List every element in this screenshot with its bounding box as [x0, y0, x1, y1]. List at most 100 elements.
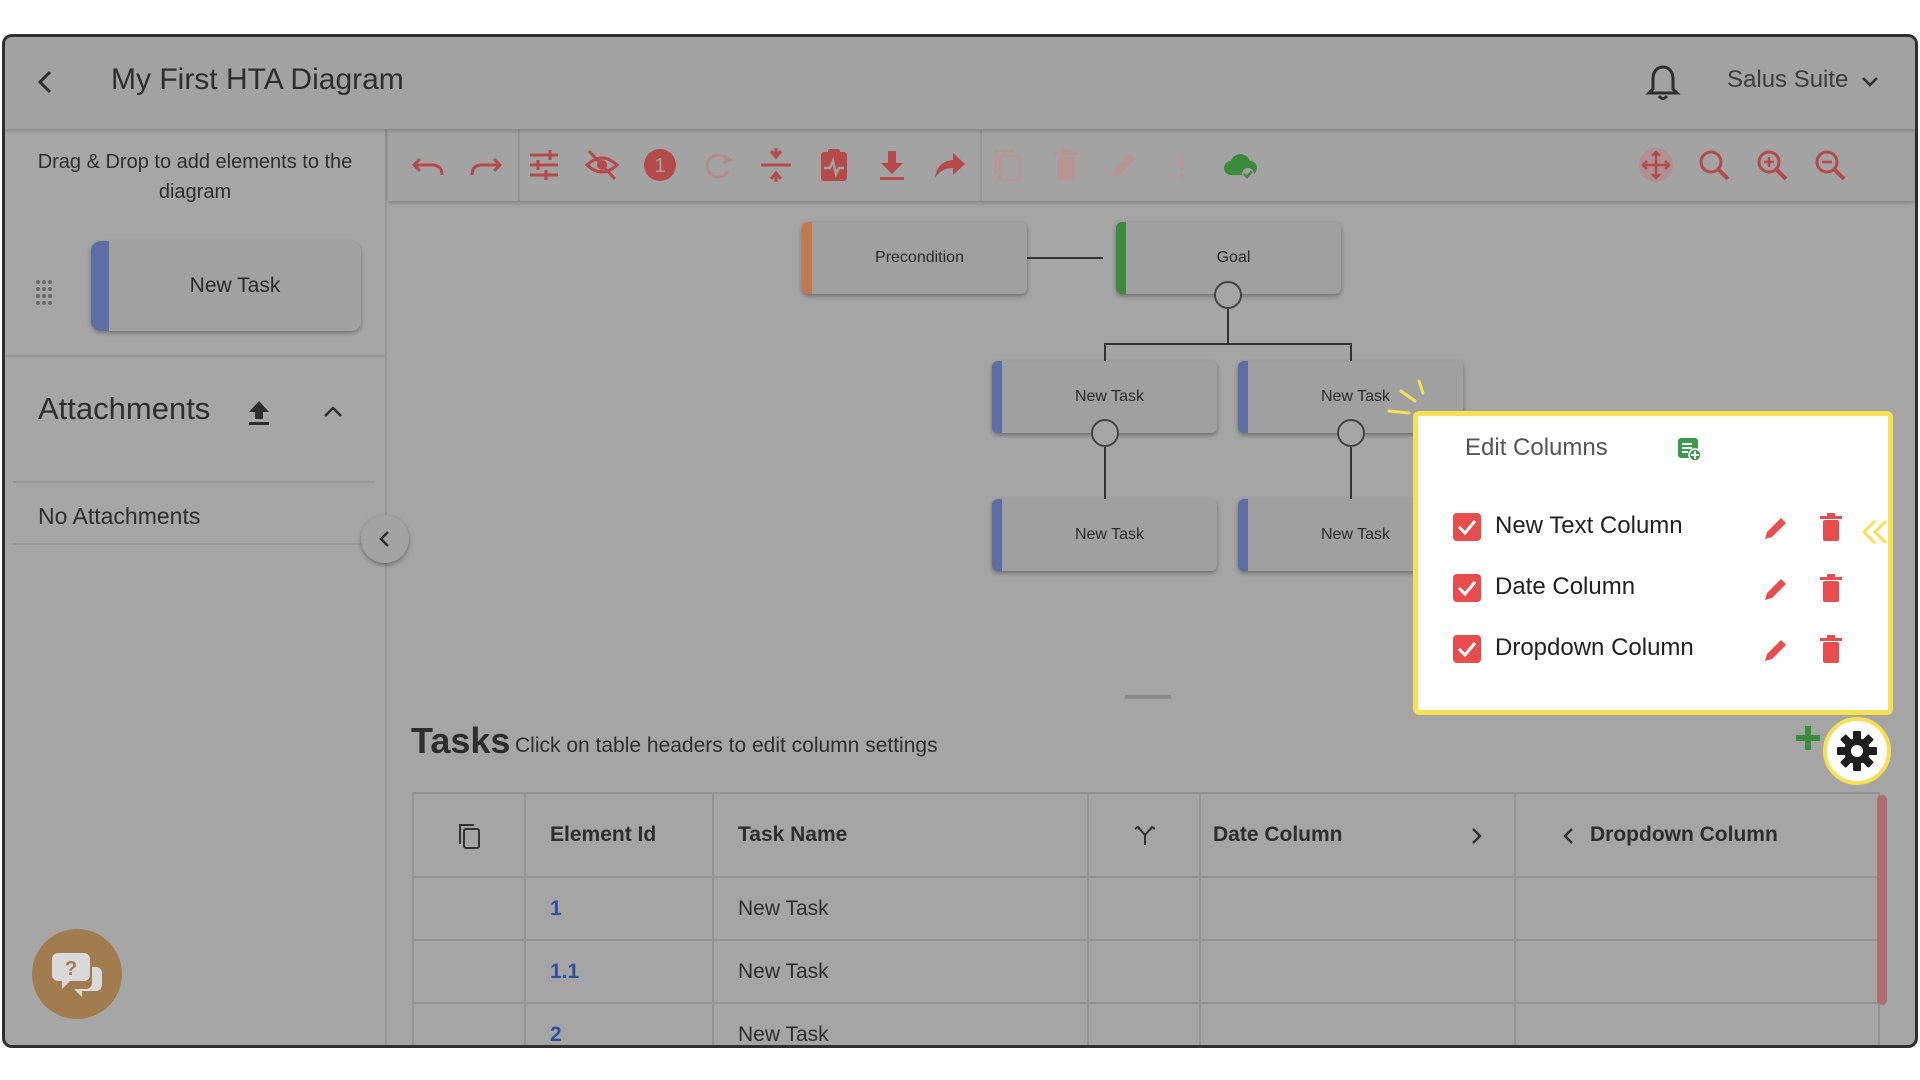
help-button[interactable]: ? [32, 929, 122, 1019]
column-checkbox[interactable] [1453, 574, 1481, 602]
toolbar-divider [980, 129, 982, 201]
element-sidebar: Drag & Drop to add elements to the diagr… [5, 129, 387, 1045]
drag-handle-icon[interactable] [35, 279, 53, 305]
connector [1350, 343, 1352, 363]
divider [5, 355, 385, 357]
tasks-title: Tasks [411, 720, 511, 761]
bell-icon[interactable] [1645, 63, 1681, 103]
add-icon[interactable] [1793, 723, 1823, 753]
exclamation-icon[interactable] [1164, 147, 1200, 183]
collapse-sidebar-button[interactable] [361, 515, 409, 563]
no-attachments-text: No Attachments [38, 503, 201, 529]
column-checkbox[interactable] [1453, 513, 1481, 541]
chevron-down-icon[interactable] [1859, 71, 1881, 93]
suite-selector-label[interactable]: Salus Suite [1727, 66, 1848, 94]
vertical-scrollbar[interactable] [1877, 795, 1887, 1005]
delete-icon[interactable] [1048, 147, 1084, 183]
download-icon[interactable] [874, 147, 910, 183]
zoom-in-icon[interactable] [1754, 147, 1790, 183]
copy-icon[interactable] [990, 147, 1026, 183]
precondition-node[interactable]: Precondition [802, 222, 1027, 294]
table-header-merge[interactable] [1089, 794, 1201, 878]
table-cell [414, 878, 526, 941]
connector [1104, 343, 1352, 345]
task-name-text: New Task [738, 960, 829, 983]
table-cell[interactable] [1201, 878, 1516, 941]
edit-icon[interactable] [1761, 513, 1791, 543]
edit-icon[interactable] [1106, 147, 1142, 183]
table-cell-id[interactable]: 1 [526, 878, 714, 941]
element-id-link[interactable]: 1.1 [550, 941, 579, 1003]
divider [13, 481, 375, 483]
svg-text:1: 1 [654, 155, 665, 177]
cloud-check-icon[interactable] [1222, 147, 1258, 183]
table-cell[interactable] [1089, 1004, 1201, 1045]
connector [1350, 447, 1352, 499]
edit-icon[interactable] [1761, 635, 1791, 665]
table-cell-id[interactable]: 2 [526, 1004, 714, 1045]
table-header-dropdown-column[interactable]: Dropdown Column [1516, 794, 1878, 878]
element-id-link[interactable]: 2 [550, 1004, 562, 1045]
add-column-icon[interactable] [1676, 436, 1702, 462]
diagram-toolbar: 1 [388, 129, 1914, 201]
column-item: Dropdown Column [1453, 629, 1883, 669]
delete-icon[interactable] [1817, 572, 1845, 604]
double-chevron-left-icon [1861, 519, 1888, 545]
chevron-right-icon[interactable] [1467, 826, 1485, 846]
table-cell[interactable] [1516, 941, 1878, 1004]
table-header-element-id[interactable]: Element Id [526, 794, 714, 878]
table-header-copy[interactable] [414, 794, 526, 878]
chevron-up-icon[interactable] [321, 401, 345, 421]
share-icon[interactable] [932, 147, 968, 183]
split-icon[interactable] [758, 147, 794, 183]
attachments-title: Attachments [38, 391, 211, 426]
back-icon[interactable] [31, 67, 61, 97]
alert-badge-icon[interactable]: 1 [642, 147, 678, 183]
popup-title: Edit Columns [1465, 434, 1608, 461]
redo-icon[interactable] [468, 147, 504, 183]
collapse-toggle[interactable] [1337, 419, 1365, 447]
search-icon[interactable] [1696, 147, 1732, 183]
element-id-link[interactable]: 1 [550, 878, 562, 940]
chevron-left-icon[interactable] [1560, 826, 1578, 846]
table-cell[interactable] [1516, 878, 1878, 941]
divider [13, 543, 375, 545]
column-label: Date Column [1213, 823, 1343, 846]
edit-icon[interactable] [1761, 574, 1791, 604]
table-cell[interactable] [1201, 941, 1516, 1004]
delete-icon[interactable] [1817, 633, 1845, 665]
connector [1104, 343, 1106, 363]
upload-icon[interactable] [245, 397, 273, 427]
clipboard-pulse-icon[interactable] [816, 147, 852, 183]
column-checkbox[interactable] [1453, 635, 1481, 663]
gear-icon [1837, 731, 1877, 771]
collapse-toggle[interactable] [1091, 419, 1119, 447]
resize-handle[interactable] [1125, 695, 1171, 699]
table-header-date-column[interactable]: Date Column [1201, 794, 1516, 878]
connector [1104, 447, 1106, 499]
connector [1227, 309, 1229, 343]
table-cell-name[interactable]: New Task [714, 941, 1089, 1004]
table-cell[interactable] [1089, 941, 1201, 1004]
tune-icon[interactable] [526, 147, 562, 183]
palette-new-task[interactable]: New Task [91, 241, 361, 331]
delete-icon[interactable] [1817, 511, 1845, 543]
table-cell-name[interactable]: New Task [714, 878, 1089, 941]
collapse-toggle[interactable] [1214, 281, 1242, 309]
column-settings-button[interactable] [1823, 717, 1891, 785]
visibility-off-icon[interactable] [584, 147, 620, 183]
drag-drop-hint: Drag & Drop to add elements to the diagr… [37, 151, 353, 203]
column-item-label: New Text Column [1495, 512, 1683, 539]
zoom-out-icon[interactable] [1812, 147, 1848, 183]
table-cell[interactable] [1201, 1004, 1516, 1045]
table-header-task-name[interactable]: Task Name [714, 794, 1089, 878]
move-icon[interactable] [1638, 147, 1674, 183]
table-cell[interactable] [1516, 1004, 1878, 1045]
table-cell-name[interactable]: New Task [714, 1004, 1089, 1045]
page-title: My First HTA Diagram [111, 63, 404, 96]
undo-icon[interactable] [410, 147, 446, 183]
task-node[interactable]: New Task [992, 499, 1217, 571]
table-cell-id[interactable]: 1.1 [526, 941, 714, 1004]
table-cell[interactable] [1089, 878, 1201, 941]
refresh-icon[interactable] [700, 147, 736, 183]
